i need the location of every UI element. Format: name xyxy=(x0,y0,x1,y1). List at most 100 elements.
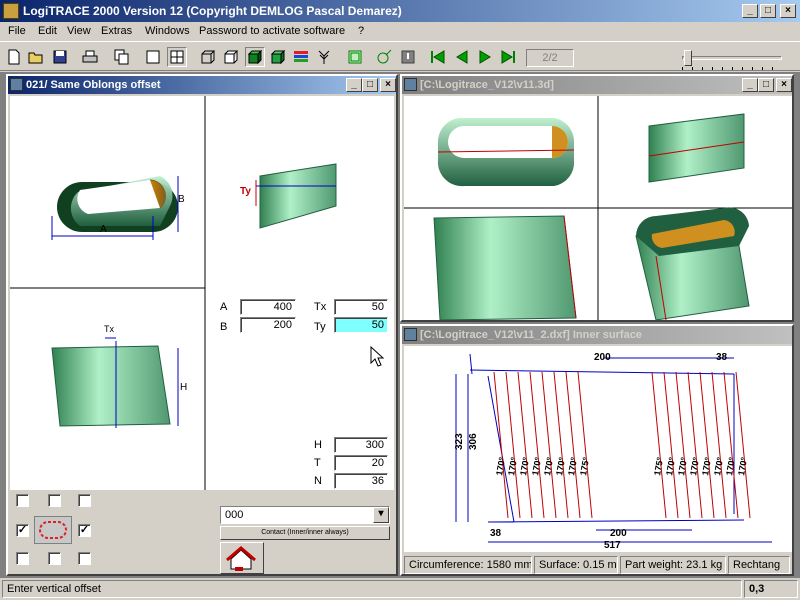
front-view: Tx H xyxy=(51,324,187,428)
param-tx-field[interactable]: 50 xyxy=(334,299,388,315)
first-icon[interactable] xyxy=(428,47,448,67)
menu-help[interactable]: ? xyxy=(358,25,364,37)
cube-shaded-icon[interactable] xyxy=(245,47,265,67)
checkbox-top-right[interactable] xyxy=(78,494,91,507)
open-icon[interactable] xyxy=(26,47,46,67)
drawing-views: B A Ty Tx H xyxy=(10,96,394,490)
zoom-slider-thumb[interactable] xyxy=(684,50,692,66)
3d-maximize-button[interactable]: □ xyxy=(758,78,774,92)
menu-file[interactable]: File xyxy=(8,25,26,37)
view-4-icon[interactable] xyxy=(167,47,187,67)
contact-combo[interactable]: 000 ▾ xyxy=(220,506,390,524)
3d-window: [C:\Logitrace_V12\v11.3d] _ □ × xyxy=(400,74,794,322)
fold-angle-label: 170° xyxy=(518,456,531,476)
top-view-oblong: B A xyxy=(51,176,185,240)
dxf-window-title-text: [C:\Logitrace_V12\v11_2.dxf] Inner surfa… xyxy=(420,329,642,341)
prev-icon[interactable] xyxy=(452,47,472,67)
fold-angle-label: 170° xyxy=(676,456,689,476)
menu-view[interactable]: View xyxy=(67,25,91,37)
3d-minimize-button[interactable]: _ xyxy=(742,78,758,92)
fold-angle-label: 170° xyxy=(700,456,713,476)
3d-window-title[interactable]: [C:\Logitrace_V12\v11.3d] _ □ × xyxy=(402,76,792,94)
cube-green-icon[interactable] xyxy=(268,47,288,67)
fold-line xyxy=(651,371,667,519)
menu-bar: File Edit View Extras Windows Password t… xyxy=(0,22,800,41)
param-n-field[interactable]: 36 xyxy=(334,473,388,489)
param-ty-field[interactable]: 50 xyxy=(334,317,388,333)
generate-button[interactable] xyxy=(220,542,264,574)
zoom-slider[interactable] xyxy=(682,50,782,70)
checkbox-top-left[interactable] xyxy=(16,494,29,507)
tree-icon[interactable] xyxy=(314,47,334,67)
print-icon[interactable] xyxy=(80,47,100,67)
app-icon xyxy=(3,3,19,19)
menu-extras[interactable]: Extras xyxy=(101,25,132,37)
fold-angle-label: 170° xyxy=(554,456,567,476)
gray-icon[interactable] xyxy=(398,47,418,67)
fold-line xyxy=(493,371,509,519)
param-t-field[interactable]: 20 xyxy=(334,455,388,471)
fold-line xyxy=(553,371,569,519)
parametric-window: 021/ Same Oblongs offset _ □ × B A Ty Tx… xyxy=(6,74,398,576)
menu-windows[interactable]: Windows xyxy=(145,25,190,37)
param-h-label: H xyxy=(314,439,322,451)
3d-iso-view xyxy=(437,117,575,187)
cube-hidden-icon[interactable] xyxy=(221,47,241,67)
surface-status: Surface: 0.15 m² xyxy=(534,556,618,574)
app-titlebar: LogiTRACE 2000 Version 12 (Copyright DEM… xyxy=(0,0,800,22)
maximize-button[interactable]: □ xyxy=(760,4,776,18)
parametric-window-title-text: 021/ Same Oblongs offset xyxy=(26,79,161,91)
fold-angle-label: 170° xyxy=(724,456,737,476)
checkbox-bottom-center[interactable] xyxy=(48,552,61,565)
circumference-status: Circumference: 1580 mm xyxy=(404,556,532,574)
checkbox-bottom-right[interactable] xyxy=(78,552,91,565)
checkbox-top-center[interactable] xyxy=(48,494,61,507)
contact-button[interactable]: Contact (Inner/inner always) xyxy=(220,526,390,540)
3d-close-button[interactable]: × xyxy=(776,78,792,92)
chevron-down-icon[interactable]: ▾ xyxy=(373,507,389,523)
view-1-icon[interactable] xyxy=(143,47,163,67)
colors-icon[interactable] xyxy=(291,47,311,67)
window-icon xyxy=(404,328,417,341)
curve-icon[interactable] xyxy=(374,47,394,67)
last-icon[interactable] xyxy=(498,47,518,67)
parametric-maximize-button[interactable]: □ xyxy=(362,78,378,92)
checkbox-bottom-left[interactable] xyxy=(16,552,29,565)
page-indicator: 2/2 xyxy=(526,49,574,67)
dim-b-label: B xyxy=(178,194,185,205)
toolbar: 2/2 xyxy=(0,41,800,71)
fold-angle-label: 170° xyxy=(506,456,519,476)
param-h-field[interactable]: 300 xyxy=(334,437,388,453)
next-icon[interactable] xyxy=(475,47,495,67)
menu-password[interactable]: Password to activate software xyxy=(199,25,345,37)
checkbox-middle-left[interactable]: ✓ xyxy=(16,524,29,537)
fold-angle-label: 170° xyxy=(530,456,543,476)
minimize-button[interactable]: _ xyxy=(742,4,758,18)
fold-line xyxy=(735,371,751,519)
3d-window-title-text: [C:\Logitrace_V12\v11.3d] xyxy=(420,79,554,91)
3d-views xyxy=(404,96,792,320)
checkbox-middle-right[interactable]: ✓ xyxy=(78,524,91,537)
dim-h-label: H xyxy=(180,382,187,393)
cube-wire-icon[interactable] xyxy=(198,47,218,67)
new-icon[interactable] xyxy=(4,47,24,67)
fold-line xyxy=(687,371,703,519)
dxf-window-title[interactable]: [C:\Logitrace_V12\v11_2.dxf] Inner surfa… xyxy=(402,326,792,344)
menu-edit[interactable]: Edit xyxy=(38,25,57,37)
param-ty-label: Ty xyxy=(314,321,326,333)
param-a-field[interactable]: 400 xyxy=(240,299,296,315)
parametric-minimize-button[interactable]: _ xyxy=(346,78,362,92)
app-title: LogiTRACE 2000 Version 12 (Copyright DEM… xyxy=(23,4,402,18)
param-b-field[interactable]: 200 xyxy=(240,317,296,333)
copy-icon[interactable] xyxy=(112,47,132,67)
parametric-close-button[interactable]: × xyxy=(380,78,396,92)
unfold-icon[interactable] xyxy=(345,47,365,67)
parametric-window-title[interactable]: 021/ Same Oblongs offset _ □ × xyxy=(8,76,396,94)
dxf-window: [C:\Logitrace_V12\v11_2.dxf] Inner surfa… xyxy=(400,324,794,576)
fold-angle-label: 175° xyxy=(652,456,665,476)
dim-a-label: A xyxy=(100,224,107,235)
3d-views-svg xyxy=(404,96,792,320)
fold-line xyxy=(529,371,545,519)
save-icon[interactable] xyxy=(50,47,70,67)
close-button[interactable]: × xyxy=(780,4,796,18)
